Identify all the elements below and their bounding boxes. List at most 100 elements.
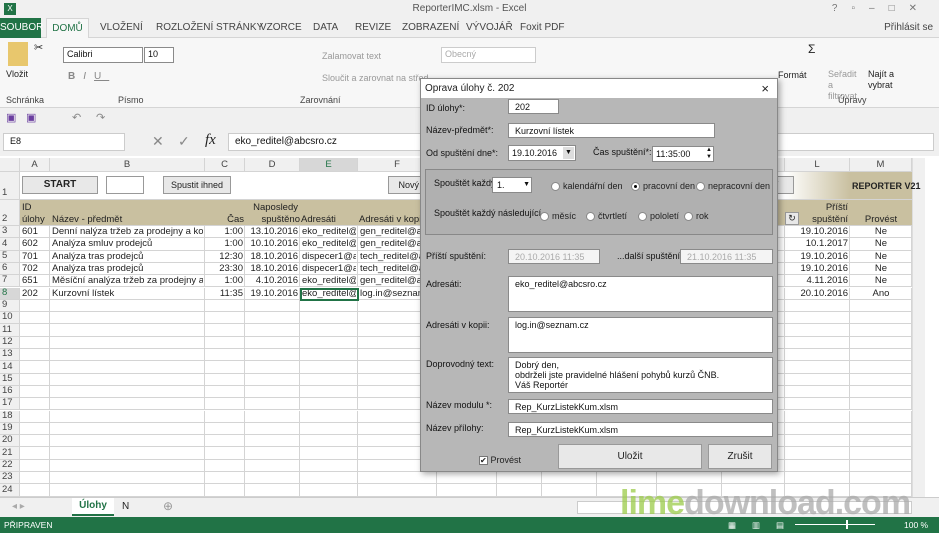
- radio-working-day[interactable]: pracovní den: [631, 181, 695, 192]
- table-cell[interactable]: Ne: [852, 238, 910, 250]
- selected-cell[interactable]: [300, 287, 359, 301]
- cell[interactable]: [205, 312, 245, 325]
- cell[interactable]: [245, 349, 300, 362]
- cell[interactable]: [785, 472, 850, 485]
- cell[interactable]: [785, 435, 850, 448]
- sheet-tab-n[interactable]: N: [122, 501, 129, 512]
- cell[interactable]: [50, 336, 205, 349]
- cell[interactable]: [20, 312, 50, 325]
- font-style-buttons[interactable]: BIU: [68, 71, 109, 82]
- radio-calendar-day[interactable]: kalendářní den: [551, 181, 623, 192]
- start-button[interactable]: START: [22, 176, 98, 194]
- table-cell[interactable]: 702: [22, 263, 48, 275]
- cell[interactable]: [850, 361, 912, 374]
- cell[interactable]: [50, 398, 205, 411]
- cell[interactable]: [542, 472, 597, 485]
- cell[interactable]: [205, 410, 245, 423]
- merge-center-button[interactable]: Sloučit a zarovnat na střed: [322, 73, 429, 83]
- wrap-text-button[interactable]: Zalamovat text: [322, 51, 381, 61]
- cell[interactable]: [20, 349, 50, 362]
- cell[interactable]: [205, 361, 245, 374]
- start-date-input[interactable]: 19.10.2016 ▼: [508, 145, 576, 161]
- autosum-icon[interactable]: Σ: [808, 42, 815, 56]
- cell[interactable]: [437, 472, 497, 485]
- cell[interactable]: [785, 373, 850, 386]
- table-cell[interactable]: Analýza tras prodejců: [52, 251, 203, 263]
- cell[interactable]: [20, 484, 50, 497]
- tab-file[interactable]: SOUBOR: [0, 18, 43, 38]
- save-as-icon[interactable]: ▣: [26, 111, 36, 124]
- row-header[interactable]: 18: [0, 410, 20, 423]
- table-cell[interactable]: eko_reditel@a: [302, 275, 356, 287]
- table-cell[interactable]: 11:35: [207, 288, 243, 300]
- cell[interactable]: [850, 299, 912, 313]
- table-cell[interactable]: eko_reditel@a: [302, 238, 356, 250]
- cell[interactable]: [300, 336, 358, 349]
- zoom-slider-thumb[interactable]: [846, 520, 848, 529]
- row-header[interactable]: 9: [0, 299, 20, 313]
- cell[interactable]: [785, 299, 850, 313]
- save-icon[interactable]: ▣: [6, 111, 16, 124]
- table-cell[interactable]: 19.10.2016: [787, 226, 848, 238]
- table-cell[interactable]: 18.10.2016: [247, 251, 298, 263]
- cell[interactable]: [50, 349, 205, 362]
- undo-icon[interactable]: ↶: [72, 111, 81, 124]
- table-cell[interactable]: Měsíční analýza tržeb za prodejny a kom: [52, 275, 203, 287]
- table-cell[interactable]: 202: [22, 288, 48, 300]
- cell[interactable]: [205, 324, 245, 337]
- cell[interactable]: [50, 422, 205, 436]
- radio-year[interactable]: rok: [684, 211, 709, 222]
- cell[interactable]: [850, 459, 912, 472]
- cell[interactable]: [20, 398, 50, 411]
- table-cell[interactable]: Ano: [852, 288, 910, 300]
- column-header[interactable]: C: [205, 158, 245, 172]
- table-cell[interactable]: dispecer1@abc: [302, 263, 356, 275]
- cell[interactable]: [300, 324, 358, 337]
- cell[interactable]: [245, 312, 300, 325]
- cell[interactable]: [50, 361, 205, 374]
- window-controls[interactable]: ?▫–□✕: [832, 0, 931, 18]
- row-header[interactable]: 2: [0, 200, 20, 226]
- cell[interactable]: [205, 472, 245, 485]
- table-cell[interactable]: Ne: [852, 226, 910, 238]
- cell[interactable]: [245, 373, 300, 386]
- cell[interactable]: [300, 435, 358, 448]
- table-cell[interactable]: 1:00: [207, 226, 244, 238]
- chevron-down-icon[interactable]: ▼: [523, 179, 530, 190]
- cell[interactable]: [850, 398, 912, 411]
- table-cell[interactable]: Ne: [852, 251, 910, 263]
- sign-in-link[interactable]: Přihlásit se: [884, 18, 933, 38]
- cell[interactable]: [850, 472, 912, 485]
- run-now-button[interactable]: Spustit ihned: [163, 176, 231, 194]
- add-sheet-icon[interactable]: ⊕: [163, 499, 173, 513]
- cell[interactable]: [300, 398, 358, 411]
- cell[interactable]: [850, 447, 912, 460]
- cell[interactable]: [205, 484, 245, 497]
- cell[interactable]: [20, 459, 50, 472]
- cell[interactable]: [245, 361, 300, 374]
- column-header[interactable]: M: [850, 158, 912, 172]
- radio-non-working-day[interactable]: nepracovní den: [696, 181, 770, 192]
- cell[interactable]: [850, 410, 912, 423]
- row-header[interactable]: 11: [0, 324, 20, 337]
- cell[interactable]: [245, 336, 300, 349]
- cell[interactable]: [850, 336, 912, 349]
- column-header[interactable]: L: [785, 158, 850, 172]
- cell[interactable]: [850, 435, 912, 448]
- table-cell[interactable]: Kurzovní lístek: [52, 288, 203, 300]
- number-format-select[interactable]: Obecný: [441, 47, 536, 63]
- module-input[interactable]: Rep_KurzListekKum.xlsm: [508, 399, 773, 414]
- radio-half-year[interactable]: pololetí: [638, 211, 679, 222]
- cell[interactable]: [50, 299, 205, 313]
- cell[interactable]: [205, 398, 245, 411]
- cell[interactable]: [245, 472, 300, 485]
- sheet-nav-icon[interactable]: ◂ ▸: [12, 501, 25, 512]
- row-header[interactable]: 24: [0, 484, 20, 497]
- row-header[interactable]: 3: [0, 226, 20, 239]
- table-cell[interactable]: 1:00: [207, 238, 244, 250]
- tab-data[interactable]: DATA: [313, 18, 338, 38]
- cell[interactable]: [20, 361, 50, 374]
- row-header[interactable]: 21: [0, 447, 20, 460]
- table-cell[interactable]: 4.11.2016: [787, 275, 848, 287]
- cell[interactable]: [50, 459, 205, 472]
